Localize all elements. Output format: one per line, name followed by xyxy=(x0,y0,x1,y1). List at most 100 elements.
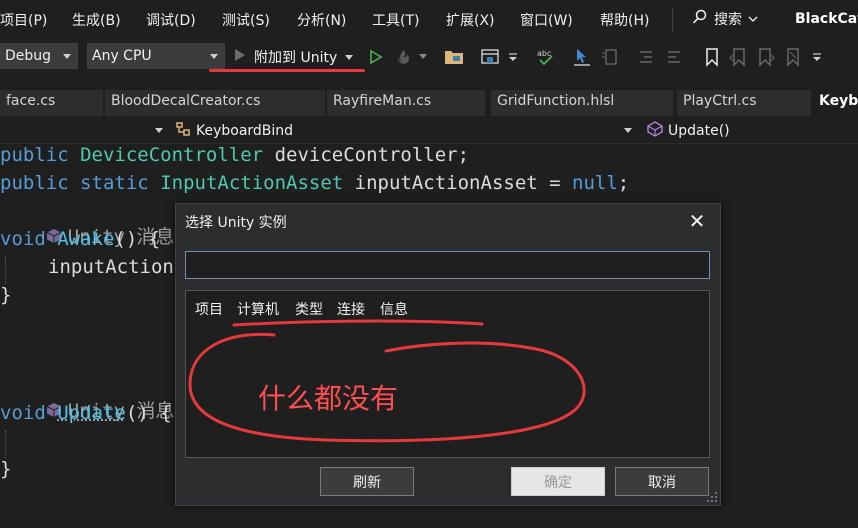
annotation-text: 什么都没有 xyxy=(258,382,399,415)
instance-list[interactable]: 项目 计算机 类型 连接 信息 什么都没有 xyxy=(185,290,710,458)
class-dropdown[interactable]: KeyboardBind xyxy=(174,119,636,143)
chevron-down-icon xyxy=(345,49,354,65)
member-name: Update() xyxy=(668,123,730,139)
chevron-down-icon[interactable] xyxy=(418,47,428,67)
code-token: void xyxy=(0,228,46,250)
chevron-down-icon[interactable] xyxy=(810,47,824,67)
tab-label: RayfireMan.cs xyxy=(333,93,432,109)
tab-label: PlayCtrl.cs xyxy=(683,93,757,109)
instance-search-input[interactable] xyxy=(185,251,710,279)
window-title: BlackCat xyxy=(795,11,858,27)
comment-icon[interactable] xyxy=(600,47,620,67)
clear-bookmarks-icon[interactable] xyxy=(784,47,804,67)
class-icon xyxy=(174,121,192,141)
menu-bar: 项目(P) 生成(B) 调试(D) 测试(S) 分析(N) 工具(T) 扩展(X… xyxy=(0,0,858,40)
member-dropdown[interactable]: Update() xyxy=(646,119,858,143)
config-value: Debug xyxy=(5,48,52,64)
menu-separator xyxy=(672,8,673,32)
step-icon[interactable] xyxy=(572,47,592,67)
outdent-icon[interactable] xyxy=(664,47,684,67)
tab-label: BloodDecalCreator.cs xyxy=(111,93,261,109)
menu-debug[interactable]: 调试(D) xyxy=(146,10,196,30)
tab-label: Keyb xyxy=(819,93,858,109)
menu-test[interactable]: 测试(S) xyxy=(222,10,270,30)
menu-project[interactable]: 项目(P) xyxy=(0,10,47,30)
code-token: } xyxy=(0,284,12,306)
code-line: } xyxy=(0,284,11,306)
annotation-scribble xyxy=(188,319,586,443)
attach-label: 附加到 Unity xyxy=(254,50,338,66)
folder-icon[interactable] xyxy=(444,47,464,67)
menu-help[interactable]: 帮助(H) xyxy=(600,10,649,30)
method-icon xyxy=(646,121,664,141)
cancel-button[interactable]: 取消 xyxy=(615,467,709,496)
tab-label: GridFunction.hlsl xyxy=(497,93,615,109)
menu-tools[interactable]: 工具(T) xyxy=(372,10,419,30)
tab-gridfunction-hlsl[interactable]: GridFunction.hlsl xyxy=(491,90,673,116)
search-box[interactable]: 搜索 xyxy=(692,9,758,29)
chevron-down-icon[interactable] xyxy=(506,47,520,67)
refresh-button[interactable]: 刷新 xyxy=(320,467,414,496)
code-token: null xyxy=(572,172,618,194)
code-token: deviceController; xyxy=(274,144,470,166)
chevron-down-icon xyxy=(748,11,758,27)
code-token: public xyxy=(0,172,69,194)
code-token: void xyxy=(0,402,46,424)
code-token: Update xyxy=(57,402,126,424)
code-token: () { xyxy=(114,228,161,250)
annotation-underline xyxy=(209,69,365,72)
toolbar: Debug Any CPU 附加到 Unity abc xyxy=(0,40,858,74)
platform-value: Any CPU xyxy=(92,48,152,64)
hot-reload-icon[interactable] xyxy=(394,47,414,67)
class-name: KeyboardBind xyxy=(196,123,294,139)
svg-text:abc: abc xyxy=(537,49,551,58)
code-token: static xyxy=(80,172,149,194)
search-label: 搜索 xyxy=(714,12,742,28)
platform-dropdown[interactable]: Any CPU xyxy=(87,43,225,69)
prev-bookmark-icon[interactable] xyxy=(728,47,748,67)
tab-label: face.cs xyxy=(6,93,56,109)
code-token: public xyxy=(0,144,69,166)
ok-button[interactable]: 确定 xyxy=(511,467,605,496)
bookmark-icon[interactable] xyxy=(702,47,722,67)
code-token: } xyxy=(0,458,12,480)
resize-grip-icon[interactable] xyxy=(706,491,718,503)
indent-guide xyxy=(5,430,6,458)
spellcheck-icon[interactable]: abc xyxy=(536,47,556,67)
code-token: ; xyxy=(617,172,630,194)
close-icon[interactable]: ✕ xyxy=(686,209,708,233)
menu-window[interactable]: 窗口(W) xyxy=(520,10,573,30)
chevron-down-icon[interactable] xyxy=(624,128,632,133)
menu-build[interactable]: 生成(B) xyxy=(72,10,121,30)
tab-keyboardbind-cs[interactable]: Keyb xyxy=(813,90,858,116)
code-line: inputAction xyxy=(48,256,174,278)
document-tabs: face.cs BloodDecalCreator.cs RayfireMan.… xyxy=(0,90,858,116)
code-token: Awake xyxy=(57,228,115,250)
chevron-down-icon[interactable] xyxy=(155,128,163,133)
menu-extensions[interactable]: 扩展(X) xyxy=(446,10,495,30)
code-line: void Awake() { xyxy=(0,228,160,250)
select-unity-instance-dialog: 选择 Unity 实例 ✕ 项目 计算机 类型 连接 信息 什么都没有 刷新 确… xyxy=(175,203,721,506)
config-dropdown[interactable]: Debug xyxy=(0,43,78,69)
dialog-title: 选择 Unity 实例 xyxy=(185,215,287,231)
attach-unity-button[interactable]: 附加到 Unity xyxy=(234,44,354,70)
tab-rayfireman-cs[interactable]: RayfireMan.cs xyxy=(327,90,485,116)
chevron-down-icon xyxy=(63,54,71,59)
code-token: DeviceController xyxy=(80,144,264,166)
code-token: inputActionAsset = xyxy=(354,172,573,194)
code-token: inputAction xyxy=(48,256,174,278)
menu-analyze[interactable]: 分析(N) xyxy=(297,10,346,30)
play-outline-icon xyxy=(234,48,246,66)
tab-blooddecalcreator-cs[interactable]: BloodDecalCreator.cs xyxy=(105,90,325,116)
next-bookmark-icon[interactable] xyxy=(756,47,776,67)
code-line: public DeviceController deviceController… xyxy=(0,144,469,166)
tab-playctrl-cs[interactable]: PlayCtrl.cs xyxy=(677,90,811,116)
start-without-debug-icon[interactable] xyxy=(366,47,386,67)
indent-guide xyxy=(5,256,6,284)
browser-icon[interactable] xyxy=(480,47,500,67)
indent-icon[interactable] xyxy=(636,47,656,67)
tab-face-cs[interactable]: face.cs xyxy=(0,90,103,116)
chevron-down-icon xyxy=(210,54,218,59)
search-icon xyxy=(692,9,708,29)
code-line: void Update() { xyxy=(0,402,172,424)
